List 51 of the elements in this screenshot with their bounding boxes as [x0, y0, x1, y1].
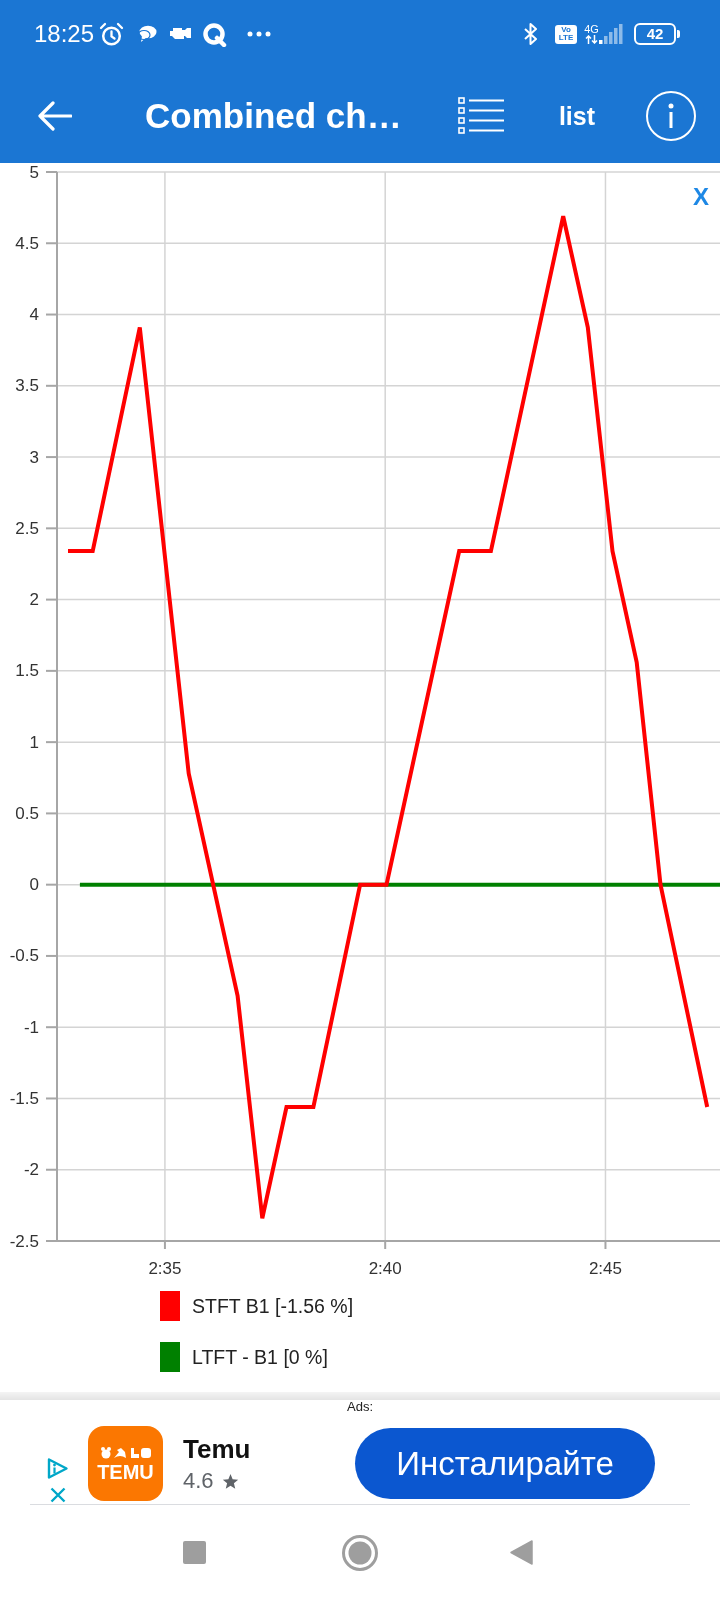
- axis-label: -1.5: [9, 1088, 39, 1108]
- axis-label: 4.5: [15, 233, 39, 253]
- axis-label: 4: [29, 305, 39, 325]
- network-badge: Vo LTE: [555, 24, 577, 44]
- axis-label: 2:40: [368, 1258, 402, 1278]
- back-icon[interactable]: [510, 1540, 533, 1565]
- axis-label: -2: [23, 1160, 39, 1180]
- rating-value: 4.6: [183, 1468, 214, 1494]
- install-button[interactable]: Инсталирайте: [355, 1428, 655, 1499]
- chat-bubbles-icon: [137, 24, 158, 44]
- info-icon[interactable]: [646, 90, 696, 141]
- axis-label: 1.5: [15, 661, 39, 681]
- app-name: Temu: [183, 1434, 251, 1464]
- logo-text: TEMU: [97, 1461, 154, 1482]
- axis-label: 1: [29, 732, 39, 752]
- alarm-clock-icon: [99, 21, 125, 47]
- back-arrow-icon[interactable]: [38, 100, 72, 131]
- info-triangle-icon[interactable]: [46, 1457, 69, 1480]
- axis-label: 2:45: [588, 1258, 622, 1278]
- close-button[interactable]: X: [693, 183, 709, 211]
- axis-label: 0.5: [15, 803, 39, 823]
- home-icon[interactable]: [342, 1534, 378, 1571]
- ads-label: Ads:: [347, 1400, 373, 1414]
- signal-bars-icon: [599, 24, 624, 44]
- list-icon[interactable]: [457, 97, 504, 134]
- ring-tail-icon: [202, 21, 228, 47]
- axis-label: 0: [29, 875, 39, 895]
- status-time: 18:25: [34, 20, 95, 48]
- engine-icon: [169, 26, 193, 42]
- list-button[interactable]: list: [558, 100, 595, 131]
- bluetooth-icon: [524, 22, 537, 46]
- star-icon: [221, 1472, 239, 1490]
- battery-level: 42: [634, 23, 676, 45]
- axis-label: 3.5: [15, 376, 39, 396]
- close-icon[interactable]: [49, 1487, 66, 1503]
- legend-label: STFT B1 [-1.56 %]: [192, 1294, 354, 1318]
- axis-label: 2: [29, 590, 39, 610]
- battery-tip-icon: [677, 30, 680, 38]
- axis-label: -1: [23, 1017, 39, 1037]
- axis-label: -2.5: [9, 1231, 39, 1251]
- more-dots-icon: [247, 31, 272, 37]
- figures-drawing: [99, 1445, 152, 1459]
- axis-label: 2.5: [15, 518, 39, 538]
- axis-label: 5: [29, 163, 39, 182]
- axis-label: 3: [29, 447, 39, 467]
- data-arrows-icon: [585, 35, 598, 44]
- axis-label: 2:35: [148, 1258, 182, 1278]
- network-type: 4G: [584, 24, 599, 35]
- screen-title: Combined ch…: [145, 94, 402, 137]
- legend-label: LTFT - B1 [0 %]: [192, 1345, 328, 1369]
- axis-label: -0.5: [9, 946, 39, 966]
